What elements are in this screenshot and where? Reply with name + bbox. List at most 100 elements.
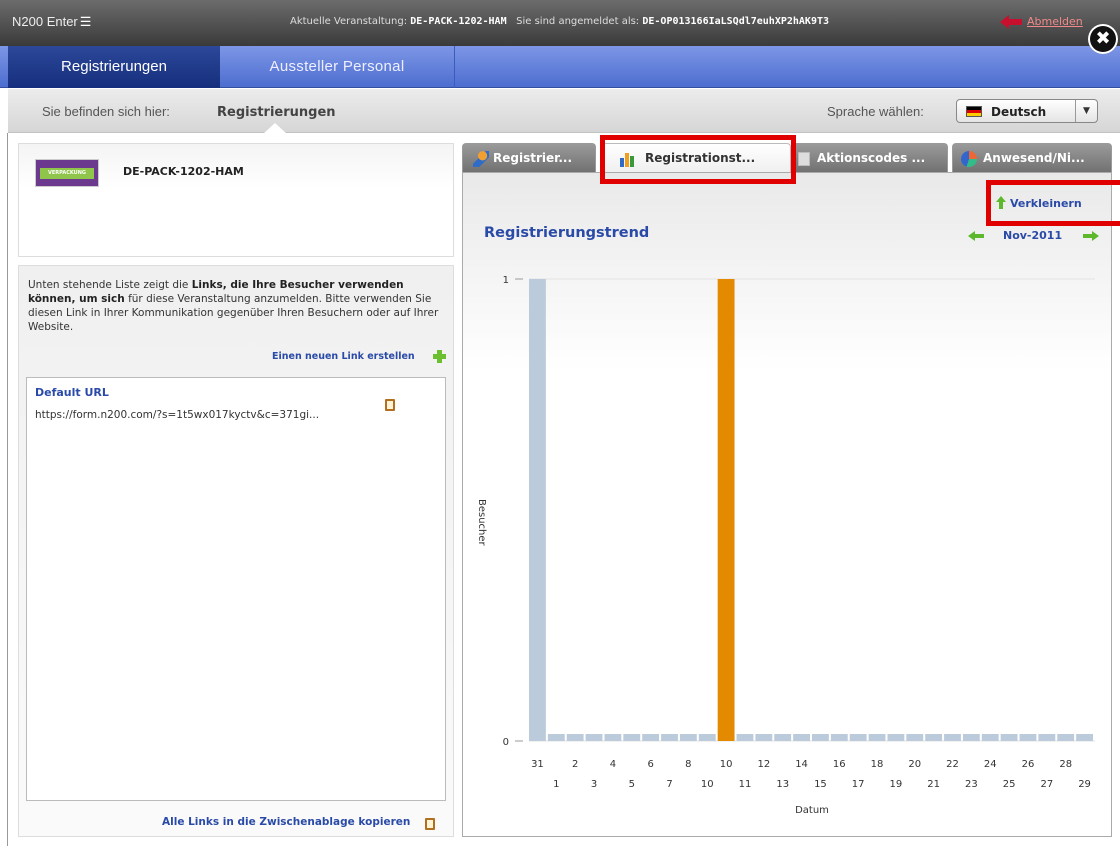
x-tick-label: 12 <box>757 759 770 770</box>
nav-tab-registrierungen[interactable]: Registrierungen <box>8 46 220 88</box>
chart-bar <box>1076 734 1093 741</box>
tab-anwesend[interactable]: Anwesend/Ni... <box>952 143 1112 173</box>
copy-all-links-button[interactable]: Alle Links in die Zwischenablage kopiere… <box>162 816 410 828</box>
chart-bar <box>962 734 980 741</box>
highlight-box-tab <box>600 135 796 184</box>
chart-bar <box>1057 734 1075 741</box>
url-value[interactable]: https://form.n200.com/?s=1t5wx017kyctv&c… <box>35 409 319 421</box>
x-tick-label: 24 <box>984 759 997 770</box>
language-label: Sprache wählen: <box>827 104 924 119</box>
chart-bar <box>1038 734 1056 741</box>
chart-panel: Verkleinern Registrierungstrend Nov-2011… <box>462 172 1112 837</box>
highlight-box-shrink <box>986 180 1120 226</box>
x-axis-label: Datum <box>795 805 829 816</box>
x-tick-label: 7 <box>666 779 672 790</box>
breadcrumb-label: Sie befinden sich hier: <box>42 104 170 119</box>
event-logo-text: VERPACKUNG <box>40 168 94 179</box>
x-tick-label: 10 <box>720 759 733 770</box>
y-tick-label: 0 <box>503 737 509 748</box>
chart-bar <box>642 734 660 741</box>
x-tick-label: 28 <box>1059 759 1072 770</box>
breadcrumb: Sie befinden sich hier: Registrierungen … <box>8 89 1120 134</box>
x-tick-label: 3 <box>591 779 597 790</box>
tab-registrierungen[interactable]: Registrier... <box>462 143 596 173</box>
logo-mark-icon: ☰ <box>79 14 92 29</box>
close-icon[interactable]: ✖ <box>1088 24 1118 54</box>
x-tick-label: 14 <box>795 759 808 770</box>
y-tick-label: 1 <box>503 275 509 286</box>
x-tick-label: 29 <box>1078 779 1091 790</box>
plus-icon[interactable] <box>433 350 446 363</box>
logout-arrow-icon[interactable] <box>1000 15 1022 29</box>
x-tick-label: 4 <box>610 759 616 770</box>
x-tick-label: 10 <box>701 779 714 790</box>
clipboard-icon[interactable] <box>425 818 435 830</box>
tab-label: Aktionscodes ... <box>817 151 926 165</box>
main-nav: Registrierungen Aussteller Personal <box>0 46 1120 88</box>
x-tick-label: 20 <box>908 759 921 770</box>
pie-chart-icon <box>961 151 977 167</box>
x-tick-label: 22 <box>946 759 959 770</box>
chart-bar <box>812 734 829 741</box>
chart-bar <box>793 734 810 741</box>
chart-bar <box>736 734 754 741</box>
language-select[interactable]: Deutsch ▼ <box>956 99 1098 123</box>
nav-tab-aussteller-personal[interactable]: Aussteller Personal <box>220 46 455 88</box>
new-link-button[interactable]: Einen neuen Link erstellen <box>272 351 415 362</box>
tab-aktionscodes[interactable]: Aktionscodes ... <box>791 143 948 173</box>
x-tick-label: 8 <box>685 759 691 770</box>
event-card: VERPACKUNG DE-PACK-1202-HAM <box>18 143 454 257</box>
breadcrumb-pointer <box>263 123 287 134</box>
clipboard-icon[interactable] <box>385 399 395 411</box>
links-description: Unten stehende Liste zeigt die Links, di… <box>28 278 448 334</box>
links-panel: Unten stehende Liste zeigt die Links, di… <box>18 265 454 837</box>
event-name: DE-PACK-1202-HAM <box>123 165 244 178</box>
chart-bar <box>1000 734 1018 741</box>
trend-chart: 01Besucher311234567810101112131415161718… <box>476 275 1095 816</box>
event-code: DE-PACK-1202-HAM <box>410 16 507 27</box>
x-tick-label: 5 <box>629 779 635 790</box>
app-name: N200 Enter <box>12 14 78 29</box>
chart-bar <box>925 734 943 741</box>
chevron-down-icon[interactable]: ▼ <box>1075 100 1097 122</box>
document-icon <box>798 152 810 166</box>
x-tick-label: 19 <box>890 779 903 790</box>
language-value: Deutsch <box>991 105 1047 119</box>
chart-title: Registrierungstrend <box>484 225 650 241</box>
y-axis-label: Besucher <box>476 499 487 547</box>
arrow-left-icon[interactable] <box>968 231 984 241</box>
x-tick-label: 6 <box>647 759 653 770</box>
chart-bar <box>679 734 697 741</box>
x-tick-label: 16 <box>833 759 846 770</box>
arrow-right-icon[interactable] <box>1083 231 1099 241</box>
chart-bar <box>774 734 792 741</box>
chart-bar <box>868 734 886 741</box>
chart-bar <box>755 734 773 741</box>
chart-bar <box>623 734 641 741</box>
x-tick-label: 1 <box>553 779 559 790</box>
user-label: Sie sind angemeldet als: <box>516 16 640 27</box>
x-tick-label: 11 <box>739 779 752 790</box>
chart-bar <box>566 734 584 741</box>
x-tick-label: 15 <box>814 779 827 790</box>
chart-bar <box>585 734 603 741</box>
tab-label: Registrier... <box>493 151 573 165</box>
x-tick-label: 23 <box>965 779 978 790</box>
x-tick-label: 31 <box>531 759 544 770</box>
x-tick-label: 13 <box>776 779 789 790</box>
url-title: Default URL <box>35 386 109 399</box>
top-header: N200 Enter ☰ Aktuelle Veranstaltung: DE-P… <box>0 0 1120 46</box>
event-logo: VERPACKUNG <box>35 159 99 187</box>
x-tick-label: 27 <box>1040 779 1053 790</box>
x-tick-label: 25 <box>1003 779 1016 790</box>
links-desc-part1: Unten stehende Liste zeigt die <box>28 279 192 291</box>
logout-link[interactable]: Abmelden <box>1027 15 1083 28</box>
chart-bar <box>906 734 924 741</box>
chart-bar <box>698 734 716 741</box>
chart-bar <box>849 734 867 741</box>
x-tick-label: 18 <box>871 759 884 770</box>
user-code: DE-OP013166IaLSQdl7euhXP2hAK9T3 <box>642 16 830 27</box>
tab-label: Anwesend/Ni... <box>983 151 1085 165</box>
x-tick-label: 21 <box>927 779 940 790</box>
app-logo: N200 Enter ☰ <box>12 14 91 30</box>
